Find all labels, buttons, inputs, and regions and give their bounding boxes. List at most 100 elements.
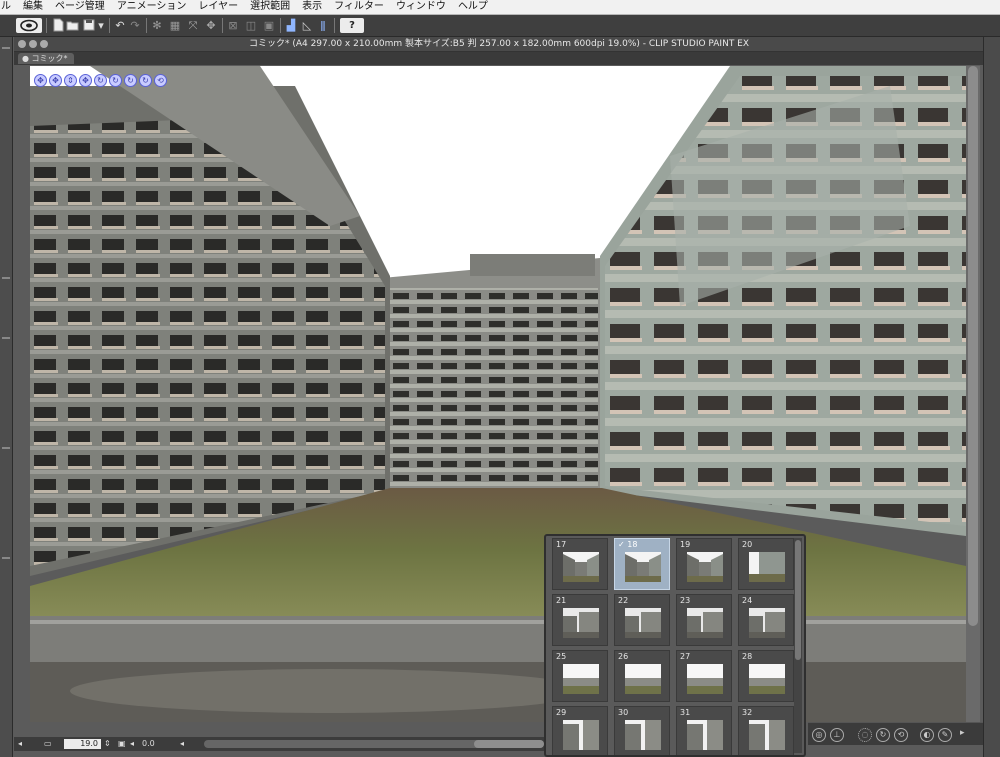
select-object-icon[interactable]: ◌ [858,728,872,742]
vertical-scrollbar[interactable] [966,66,980,722]
open-file-icon[interactable] [66,18,80,33]
preset-thumbnail[interactable]: 24 [738,594,794,646]
rail-handle[interactable] [2,277,10,279]
lighting-icon[interactable]: ◐ [920,728,934,742]
menu-page[interactable]: ページ管理 [49,0,111,14]
preset-preview-image [749,552,785,582]
undo-icon[interactable]: ↶ [113,18,127,33]
menu-view[interactable]: 表示 [296,0,328,14]
perspective-snap-icon[interactable]: ◺ [300,18,314,33]
rotate-object-icon[interactable]: ↻ [94,74,107,87]
menu-layer[interactable]: レイヤー [192,0,244,14]
clear-icon[interactable]: ✻ [150,18,164,33]
right-palette-rail [983,37,1000,757]
preset-preview-image [625,720,661,750]
zoom-fit-icon[interactable]: ▭ [44,737,52,751]
preset-thumbnail[interactable]: 27 [676,650,732,702]
rail-handle[interactable] [2,447,10,449]
convert-icon[interactable]: ◫ [244,18,258,33]
preset-number: 29 [556,708,567,717]
more-icon[interactable]: ▸ [960,728,965,738]
preset-thumbnail[interactable]: 17 [552,538,608,590]
preset-thumbnail[interactable]: 25 [552,650,608,702]
tab-comic[interactable]: ● コミック* [18,53,74,64]
camera-angle-icon[interactable]: ◎ [812,728,826,742]
flip-icon[interactable]: ◂ [180,737,184,751]
transform-icon[interactable]: ⤧ [186,18,200,33]
menu-help[interactable]: ヘルプ [452,0,494,14]
rotate-object-icon[interactable]: ↻ [876,728,890,742]
new-file-icon[interactable] [51,18,65,33]
settings-icon[interactable]: ✥ [204,18,218,33]
rail-handle[interactable] [2,557,10,559]
rail-handle[interactable] [2,47,10,49]
preset-thumbnail[interactable]: 26 [614,650,670,702]
reset-view-icon[interactable]: ⟲ [154,74,167,87]
canvas-3d-view[interactable] [30,66,966,722]
preset-thumbnail[interactable]: 30 [614,706,670,755]
crop-icon[interactable]: ⊠ [226,18,240,33]
ground-icon[interactable]: ⊥ [830,728,844,742]
menu-selection[interactable]: 選択範囲 [244,0,296,14]
zoom-level-field[interactable]: 19.0 [64,739,101,749]
preset-thumbnail[interactable]: ✓ 18 [614,538,670,590]
preset-preview-image [563,720,599,750]
help-button[interactable]: ? [340,18,364,33]
move-camera-icon[interactable]: ✥ [34,74,47,87]
toolbar-divider [146,18,147,33]
preset-thumbnail[interactable]: 20 [738,538,794,590]
move-object-icon[interactable]: ✥ [79,74,92,87]
preset-preview-image [625,552,661,582]
preset-panel: 17 ✓ 18 19 20 21 22 23 24 25 26 27 28 29 30 31 32 [544,534,806,757]
rail-handle[interactable] [2,337,10,339]
menu-file[interactable]: ル [0,0,17,14]
rotate-view-icon[interactable]: ↻ [139,74,152,87]
preset-thumbnail[interactable]: 28 [738,650,794,702]
zoom-out-icon[interactable]: ◂ [18,737,22,751]
preset-number: 28 [742,652,753,661]
rotate-axis-icon[interactable]: ↻ [109,74,122,87]
merge-icon[interactable]: ▣ [262,18,276,33]
ruler-link-icon[interactable]: ✎ [938,728,952,742]
pan-camera-icon[interactable]: ✥ [49,74,62,87]
rotate-stepper-icon[interactable]: ◂ [130,737,134,751]
menu-animation[interactable]: アニメーション [111,0,193,14]
reset-object-icon[interactable]: ⟲ [894,728,908,742]
camera-toolbar: ✥ ✥ ⇕ ✥ ↻ ↻ ↻ ↻ ⟲ [34,68,169,87]
horizontal-scrollbar[interactable] [204,740,544,748]
preset-thumbnail[interactable]: 31 [676,706,732,755]
app-logo-icon[interactable] [16,18,42,33]
close-tab-icon[interactable]: ● [22,54,29,63]
ruler-snap-icon[interactable]: ▟ [284,18,298,33]
zoom-stepper-icon[interactable]: ⇕ [104,737,111,751]
preset-preview-image [749,720,785,750]
preset-thumbnail[interactable]: 29 [552,706,608,755]
menu-window[interactable]: ウィンドウ [390,0,452,14]
preset-number: 24 [742,596,753,605]
preset-scrollbar[interactable] [794,538,802,753]
fill-icon[interactable]: ▦ [168,18,182,33]
preset-thumbnail[interactable]: 23 [676,594,732,646]
preset-thumbnail[interactable]: 21 [552,594,608,646]
preset-preview-image [563,552,599,582]
zoom-camera-icon[interactable]: ⇕ [64,74,77,87]
horizontal-scroll-thumb[interactable] [474,740,544,748]
preset-number: 17 [556,540,567,549]
command-bar: ▾ ↶ ↷ ✻ ▦ ⤧ ✥ ⊠ ◫ ▣ ▟ ◺ ǁ ? [0,15,1000,37]
chevron-down-icon[interactable]: ▾ [96,18,106,33]
rotation-angle-field[interactable]: 0.0 [142,737,155,751]
preset-thumbnail[interactable]: 32 [738,706,794,755]
scale-object-icon[interactable]: ↻ [124,74,137,87]
special-ruler-snap-icon[interactable]: ǁ [316,18,330,33]
preset-scroll-thumb[interactable] [795,540,801,660]
rotate-reset-icon[interactable]: ▣ [118,737,126,751]
save-icon[interactable] [82,18,96,33]
menu-filter[interactable]: フィルター [328,0,390,14]
menu-edit[interactable]: 編集 [17,0,49,14]
preset-number: 20 [742,540,753,549]
redo-icon[interactable]: ↷ [128,18,142,33]
preset-thumbnail[interactable]: 22 [614,594,670,646]
vertical-scroll-thumb[interactable] [968,66,978,626]
preset-thumbnail[interactable]: 19 [676,538,732,590]
preset-number: ✓ 18 [618,540,638,549]
